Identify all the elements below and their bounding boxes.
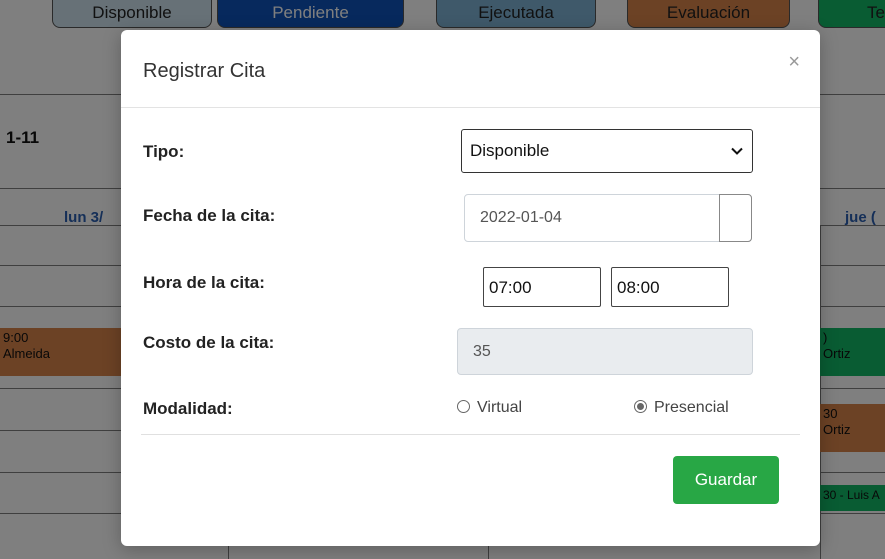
- chevron-down-icon: [731, 147, 743, 155]
- radio-presencial[interactable]: Presencial: [634, 399, 729, 417]
- fecha-value: 2022-01-04: [480, 209, 562, 226]
- hora-label: Hora de la cita:: [143, 273, 265, 292]
- radio-checked-icon: [634, 400, 647, 413]
- modal-divider: [141, 434, 800, 435]
- fecha-input[interactable]: 2022-01-04: [464, 194, 752, 242]
- close-button[interactable]: ×: [788, 52, 800, 72]
- tipo-label: Tipo:: [143, 142, 185, 161]
- registrar-cita-modal: Registrar Cita × Tipo: Disponible Fecha …: [121, 30, 820, 546]
- hora-inicio-input[interactable]: 07:00: [483, 267, 601, 307]
- costo-input: 35: [457, 328, 753, 375]
- radio-virtual-label: Virtual: [477, 399, 523, 416]
- tipo-select[interactable]: Disponible: [461, 129, 753, 173]
- modal-title: Registrar Cita: [143, 60, 266, 82]
- radio-unchecked-icon: [457, 400, 470, 413]
- hora-fin-input[interactable]: 08:00: [611, 267, 729, 307]
- radio-virtual[interactable]: Virtual: [457, 399, 522, 417]
- tipo-selected-value: Disponible: [470, 141, 550, 160]
- guardar-button[interactable]: Guardar: [673, 456, 779, 504]
- radio-presencial-label: Presencial: [654, 399, 729, 416]
- calendar-picker-button[interactable]: [719, 194, 752, 242]
- modalidad-label: Modalidad:: [143, 399, 233, 418]
- fecha-label: Fecha de la cita:: [143, 206, 276, 225]
- modal-header: Registrar Cita ×: [121, 30, 820, 108]
- costo-label: Costo de la cita:: [143, 333, 275, 352]
